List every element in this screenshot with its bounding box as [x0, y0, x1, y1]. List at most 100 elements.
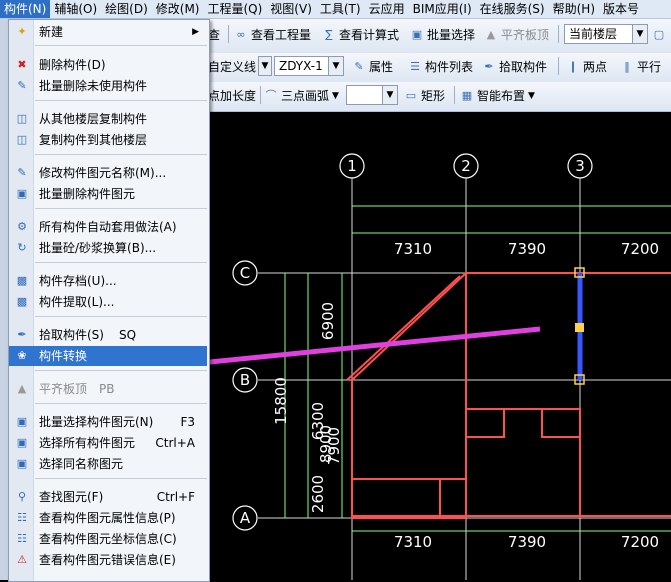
rename-icon: ✎: [17, 166, 27, 179]
properties-button[interactable]: ✎ 属性: [352, 57, 393, 77]
batch-select-button[interactable]: ▣ 批量选择: [410, 25, 475, 45]
axis-label-b: B: [240, 371, 250, 389]
menu-online-service[interactable]: 在线服务(S): [476, 0, 549, 18]
cube-view-button[interactable]: ▢: [652, 25, 666, 45]
menu-component[interactable]: 构件(N): [0, 0, 51, 18]
view-formula-button[interactable]: ∑ 查看计算式: [322, 25, 399, 45]
menu-view[interactable]: 视图(V): [266, 0, 316, 18]
submenu-arrow-icon: ▶: [192, 27, 199, 37]
menu-item-view-properties-info[interactable]: ☷ 查看构件图元属性信息(P): [9, 508, 207, 528]
menu-bim[interactable]: BIM应用(I): [409, 0, 476, 18]
menu-auxiliary-axis[interactable]: 辅轴(O): [50, 0, 101, 18]
chevron-down-icon: ▼: [258, 57, 271, 75]
menu-item-batch-delete-elements[interactable]: ▣ 批量删除构件图元: [9, 184, 207, 204]
coordinates-info-icon: ☷: [17, 532, 27, 545]
arc-icon: ⌒: [265, 89, 277, 102]
point-extend-button[interactable]: 点加长度: [208, 86, 256, 106]
dim-top-1: 7310: [394, 240, 432, 258]
menu-item-select-same-name[interactable]: ▣ 选择同名称图元: [9, 454, 207, 474]
menu-version[interactable]: 版本号: [599, 0, 643, 18]
menu-bar: 构件(N) 辅轴(O) 绘图(D) 修改(M) 工程量(Q) 视图(V) 工具(…: [0, 0, 671, 19]
dim-top-3: 7200: [621, 240, 659, 258]
component-list-button[interactable]: ☰ 构件列表: [408, 57, 473, 77]
menu-separator: [35, 45, 207, 46]
wall-left: [351, 380, 466, 519]
menu-item-batch-select[interactable]: ▣ 批量选择构件图元(N) F3: [9, 412, 207, 432]
menu-item-find-element[interactable]: ⚲ 查找图元(F) Ctrl+F: [9, 487, 207, 507]
dim-vert-7900: 7900: [325, 427, 343, 465]
wall-top: [351, 272, 671, 381]
copy-from-floor-icon: ◫: [16, 112, 28, 125]
convert-icon: ❀: [17, 349, 27, 362]
menu-item-align-top[interactable]: ▲ 平齐板顶 PB: [9, 379, 207, 399]
dim-bottom-2: 7390: [508, 533, 546, 551]
menu-item-view-coordinates-info[interactable]: ☷ 查看构件图元坐标信息(C): [9, 529, 207, 549]
menu-cloud[interactable]: 云应用: [365, 0, 409, 18]
dim-top-2: 7390: [508, 240, 546, 258]
three-point-arc-button[interactable]: ⌒ 三点画弧 ▼: [264, 86, 339, 106]
menu-tools[interactable]: 工具(T): [316, 0, 365, 18]
chevron-down-icon: ▼: [382, 86, 397, 104]
delete-icon: ✖: [17, 58, 27, 71]
menu-item-copy-to-floor[interactable]: ◫ 复制构件到其他楼层: [9, 130, 207, 150]
menu-item-convert-component[interactable]: ❀ 构件转换: [9, 346, 207, 366]
pick-component-button[interactable]: ✒ 拾取构件: [482, 57, 547, 77]
arc-param-input[interactable]: ▼: [346, 85, 398, 105]
pick-icon: ✒: [484, 60, 494, 73]
menu-item-auto-apply[interactable]: ⚙ 所有构件自动套用做法(A): [9, 217, 207, 237]
custom-line-select[interactable]: ▼: [258, 56, 272, 76]
wall-room-1: [465, 408, 505, 438]
two-points-button[interactable]: ❙ 两点: [566, 57, 607, 77]
batch-delete-elements-icon: ▣: [16, 187, 28, 200]
menu-item-new[interactable]: ✦ 新建 ▶: [9, 22, 207, 42]
menu-item-rename-element[interactable]: ✎ 修改构件图元名称(M)...: [9, 163, 207, 183]
menu-item-copy-from-floor[interactable]: ◫ 从其他楼层复制构件: [9, 109, 207, 129]
axis-label-c: C: [240, 264, 250, 282]
batch-delete-icon: ✎: [17, 79, 27, 92]
rectangle-button[interactable]: ▭ 矩形: [404, 86, 445, 106]
menu-quantity[interactable]: 工程量(Q): [203, 0, 266, 18]
selected-element[interactable]: [574, 267, 585, 385]
menu-modify[interactable]: 修改(M): [152, 0, 204, 18]
floor-select[interactable]: 当前楼层 ▼: [564, 24, 648, 44]
smart-layout-button[interactable]: ▦ 智能布置 ▼: [460, 86, 535, 106]
glasses-icon: ∞: [236, 28, 246, 41]
menu-separator: [35, 208, 207, 209]
type-select[interactable]: ZDYX-1 ▼: [274, 56, 344, 76]
menu-item-view-error-info[interactable]: ⚠ 查看构件图元错误信息(E): [9, 550, 207, 570]
properties-info-icon: ☷: [17, 511, 27, 524]
left-panel-edge: [0, 19, 8, 580]
component-menu: ✦ 新建 ▶ ✖ 删除构件(D) ✎ 批量删除未使用构件 ◫ 从其他楼层复制构件 ◫ 复制构…: [8, 19, 210, 582]
batch-select-icon: ▣: [16, 415, 28, 428]
menu-item-concrete-convert[interactable]: ↻ 批量砼/砂浆换算(B)...: [9, 238, 207, 258]
menu-item-batch-delete-unused[interactable]: ✎ 批量删除未使用构件: [9, 76, 207, 96]
menu-draw[interactable]: 绘图(D): [101, 0, 152, 18]
menu-separator: [35, 154, 207, 155]
chevron-down-icon: ▼: [332, 91, 339, 101]
menu-item-extract[interactable]: ▩ 构件提取(L)...: [9, 292, 207, 312]
find-icon: ⚲: [17, 490, 27, 503]
parallel-icon: ‖: [624, 60, 630, 73]
smart-layout-icon: ▦: [461, 89, 473, 102]
chevron-down-icon: ▼: [632, 25, 647, 43]
cube-icon: ▢: [653, 28, 665, 41]
align-top-button[interactable]: ▲ 平齐板顶: [484, 25, 549, 45]
dim-vert-2600: 2600: [309, 475, 327, 513]
axis-label-3: 3: [575, 157, 585, 175]
select-same-icon: ▣: [16, 457, 28, 470]
view-quantity-button[interactable]: ∞ 查看工程量: [234, 25, 311, 45]
menu-help[interactable]: 帮助(H): [549, 0, 599, 18]
parallel-button[interactable]: ‖ 平行: [620, 57, 661, 77]
dim-vert-6900: 6900: [319, 302, 337, 340]
align-top-icon: ▲: [486, 28, 496, 41]
menu-separator: [35, 262, 207, 263]
menu-item-select-all[interactable]: ▣ 选择所有构件图元 Ctrl+A: [9, 433, 207, 453]
menu-separator: [35, 403, 207, 404]
copy-to-floor-icon: ◫: [16, 133, 28, 146]
pick-icon: ✒: [17, 328, 27, 341]
menu-item-archive[interactable]: ▩ 构件存档(U)...: [9, 271, 207, 291]
menu-item-pick-component[interactable]: ✒ 拾取构件(S) SQ: [9, 325, 207, 345]
menu-separator: [35, 100, 207, 101]
concrete-convert-icon: ↻: [17, 241, 27, 254]
menu-item-delete-component[interactable]: ✖ 删除构件(D): [9, 55, 207, 75]
